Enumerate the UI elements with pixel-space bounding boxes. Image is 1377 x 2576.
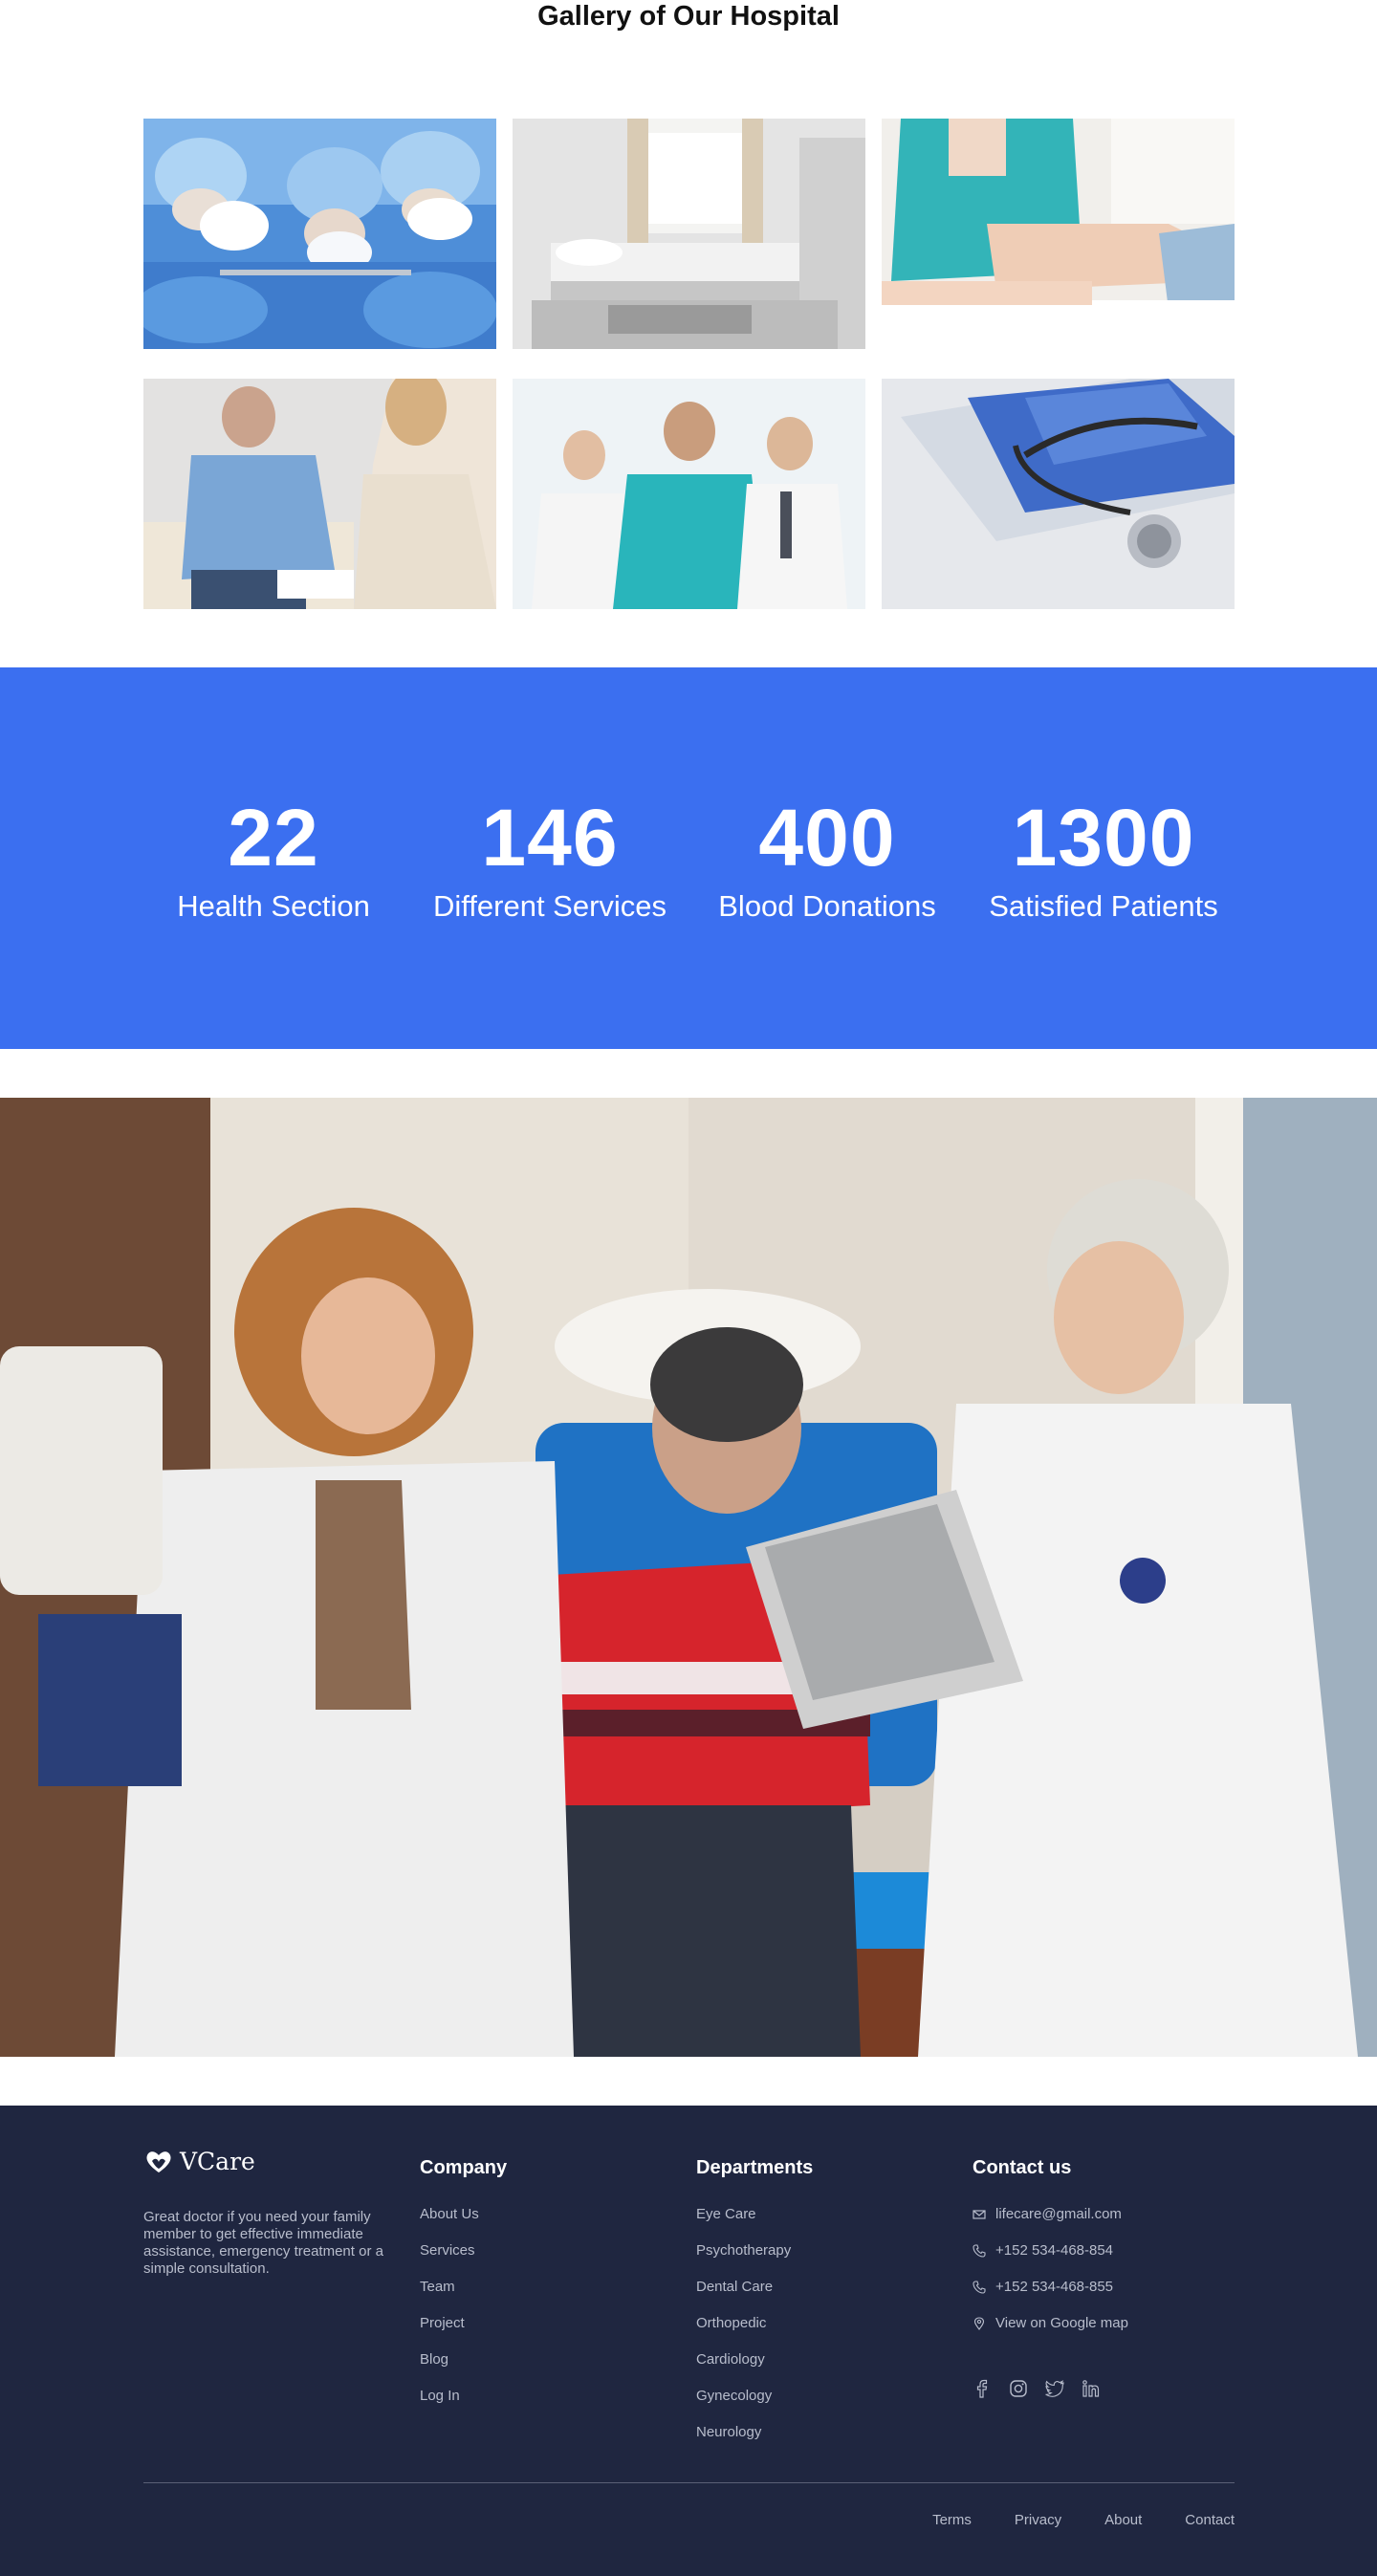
stat-satisfied-patients: 1300 Satisfied Patients — [960, 792, 1247, 926]
stat-health-section: 22 Health Section — [130, 792, 417, 926]
stat-number: 400 — [758, 793, 896, 883]
gallery-photo-surgeons[interactable] — [143, 119, 496, 349]
linkedin-icon[interactable] — [1082, 2379, 1101, 2398]
footer-company-heading: Company — [420, 2157, 508, 2178]
social-links — [973, 2379, 1101, 2398]
stat-blood-donations: 400 Blood Donations — [684, 792, 971, 926]
contact-phone-2-text: +152 534-468-855 — [995, 2279, 1114, 2295]
footer-departments-heading: Departments — [696, 2157, 814, 2178]
gallery-photo-stethoscope[interactable] — [882, 379, 1235, 609]
contact-map-text: View on Google map — [995, 2315, 1128, 2331]
footer-link-gynecology[interactable]: Gynecology — [696, 2387, 813, 2423]
footer-link-contact[interactable]: Contact — [1185, 2511, 1235, 2530]
contact-email-text: lifecare@gmail.com — [995, 2206, 1122, 2222]
stat-number: 146 — [481, 793, 619, 883]
gallery-photo-ward[interactable] — [513, 119, 865, 349]
footer-link-about-us[interactable]: About Us — [420, 2205, 507, 2241]
contact-map-link[interactable]: View on Google map — [973, 2314, 1128, 2350]
phone-icon — [973, 2281, 986, 2294]
footer-contact-heading: Contact us — [973, 2157, 1072, 2178]
footer-link-privacy[interactable]: Privacy — [1015, 2511, 1061, 2530]
envelope-icon — [973, 2210, 986, 2219]
contact-email[interactable]: lifecare@gmail.com — [973, 2205, 1128, 2241]
stat-label: Satisfied Patients — [989, 889, 1218, 923]
footer-link-project[interactable]: Project — [420, 2314, 507, 2350]
footer-divider — [143, 2482, 1235, 2483]
instagram-icon[interactable] — [1009, 2379, 1028, 2398]
gallery-section: Gallery of Our Hospital — [0, 0, 1377, 667]
facebook-icon[interactable] — [973, 2379, 992, 2398]
stats-section: 22 Health Section 146 Different Services… — [0, 667, 1377, 1049]
footer-link-eye-care[interactable]: Eye Care — [696, 2205, 813, 2241]
gallery-photo-consultation[interactable] — [143, 379, 496, 609]
contact-phone-2[interactable]: +152 534-468-855 — [973, 2278, 1128, 2314]
footer-company-column: Company About Us Services Team Project B… — [420, 2155, 507, 2423]
gallery-photo-nurse-exam[interactable] — [882, 119, 1235, 349]
footer-bottom-nav: Terms Privacy About Contact — [932, 2511, 1235, 2530]
contact-phone-1[interactable]: +152 534-468-854 — [973, 2241, 1128, 2278]
gallery-title: Gallery of Our Hospital — [537, 1, 840, 32]
footer-link-orthopedic[interactable]: Orthopedic — [696, 2314, 813, 2350]
footer-link-team[interactable]: Team — [420, 2278, 507, 2314]
stat-label: Blood Donations — [718, 889, 936, 923]
footer-link-neurology[interactable]: Neurology — [696, 2423, 813, 2459]
gallery-grid — [143, 119, 1235, 609]
twitter-icon[interactable] — [1045, 2379, 1064, 2398]
stat-label: Different Services — [432, 889, 667, 923]
stat-label: Health Section — [177, 889, 370, 923]
contact-phone-1-text: +152 534-468-854 — [995, 2242, 1114, 2259]
heart-hands-icon — [146, 2150, 171, 2172]
brand-name: VCare — [180, 2148, 255, 2175]
footer-link-blog[interactable]: Blog — [420, 2350, 507, 2387]
footer-link-log-in[interactable]: Log In — [420, 2387, 507, 2423]
stat-number: 22 — [228, 793, 319, 883]
stat-number: 1300 — [1012, 793, 1195, 883]
stat-different-services: 146 Different Services — [406, 792, 693, 926]
footer-link-about[interactable]: About — [1104, 2511, 1142, 2530]
map-pin-icon — [973, 2317, 985, 2330]
footer-link-services[interactable]: Services — [420, 2241, 507, 2278]
footer-link-psychotherapy[interactable]: Psychotherapy — [696, 2241, 813, 2278]
footer-link-dental-care[interactable]: Dental Care — [696, 2278, 813, 2314]
gallery-photo-medical-team[interactable] — [513, 379, 865, 609]
footer-departments-column: Departments Eye Care Psychotherapy Denta… — [696, 2155, 813, 2459]
footer-tagline: Great doctor if you need your family mem… — [143, 2209, 383, 2277]
phone-icon — [973, 2244, 986, 2258]
footer: VCare Great doctor if you need your fami… — [0, 2106, 1377, 2576]
hero-image — [0, 1098, 1377, 2057]
footer-link-terms[interactable]: Terms — [932, 2511, 972, 2530]
footer-link-cardiology[interactable]: Cardiology — [696, 2350, 813, 2387]
footer-contact-column: Contact us lifecare@gmail.com +152 534-4… — [973, 2155, 1128, 2350]
brand-logo[interactable]: VCare — [143, 2148, 255, 2175]
